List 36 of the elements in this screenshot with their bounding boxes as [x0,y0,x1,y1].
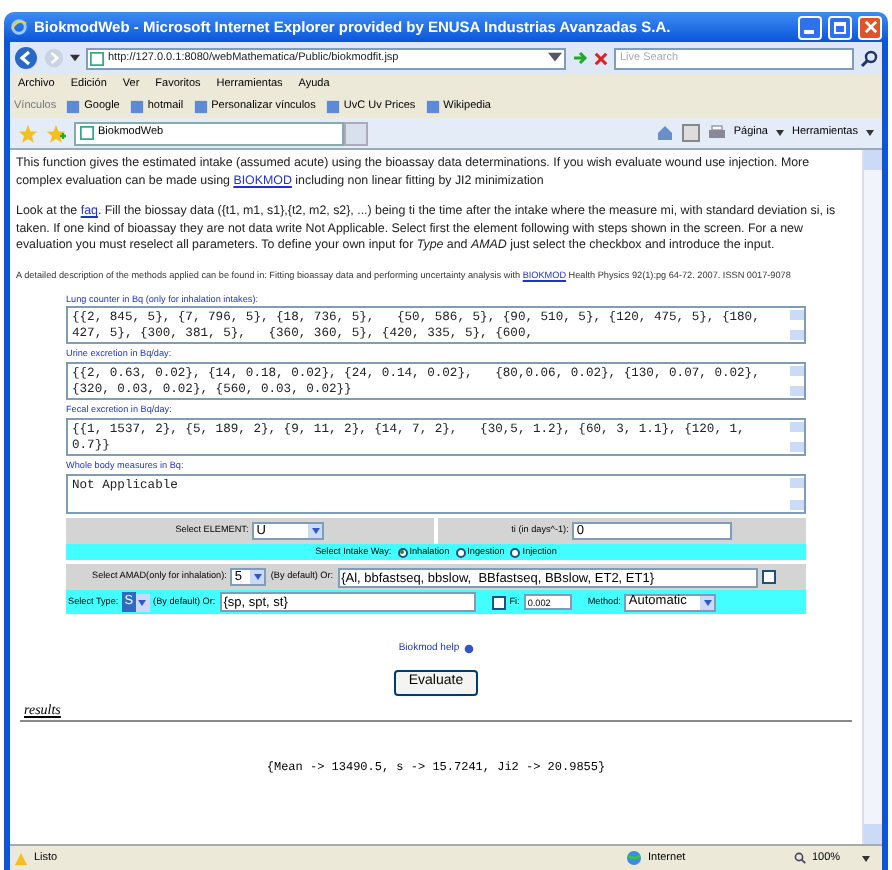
caret-icon[interactable] [138,599,147,606]
favicon-icon [325,100,340,114]
scrollbar[interactable] [862,150,882,844]
maximize-button[interactable] [828,15,852,39]
favicon-icon [66,100,81,114]
caret-icon[interactable] [311,528,320,535]
caret-icon[interactable] [703,599,712,606]
stop-icon[interactable] [594,51,608,65]
page-icon [90,51,104,65]
favicon-icon [193,100,208,114]
feeds-icon[interactable] [681,124,700,142]
caret-icon[interactable] [862,855,870,861]
checkbox[interactable] [491,595,506,610]
favicon-icon [129,100,144,114]
add-favorite-star-icon[interactable] [46,123,66,143]
minimize-button[interactable] [798,15,822,39]
dropdown-icon[interactable] [70,54,80,62]
help-icon [463,644,474,655]
favorites-star-icon[interactable] [18,123,38,143]
home-icon[interactable] [655,124,674,142]
zoom-icon[interactable] [794,852,806,864]
favicon-icon [425,100,440,114]
checkbox[interactable] [761,570,776,585]
caret-icon[interactable] [253,574,262,581]
caret-icon[interactable] [775,130,784,136]
globe-icon [626,850,642,866]
page-icon [80,126,94,140]
browser-logo-icon [10,18,28,36]
page-warning-icon [14,851,28,865]
go-icon[interactable] [572,50,588,66]
close-button[interactable] [858,15,882,39]
caret-icon[interactable] [866,130,874,136]
search-icon[interactable] [860,49,878,67]
caret-icon[interactable] [548,52,562,64]
print-icon[interactable] [707,124,726,142]
back-icon[interactable] [14,46,38,70]
